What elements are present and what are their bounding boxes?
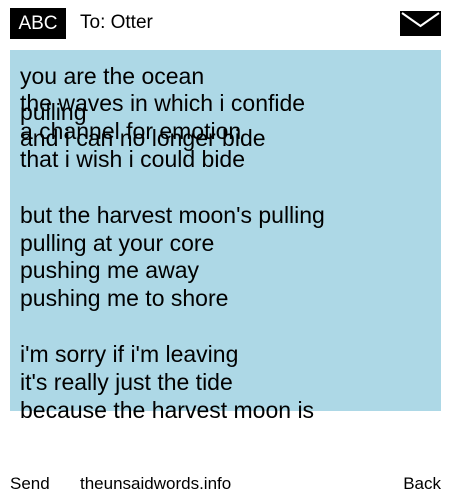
input-mode-badge[interactable]: ABC — [10, 8, 66, 39]
message-line: pushing me to shore — [20, 285, 229, 311]
site-link[interactable]: theunsaidwords.info — [80, 473, 231, 495]
recipient-label: To: Otter — [80, 12, 153, 33]
message-line: it's really just the tide — [20, 369, 233, 395]
send-button[interactable]: Send — [10, 473, 50, 495]
message-line: pulling at your core — [20, 230, 215, 256]
message-line: you are the ocean — [20, 63, 205, 89]
envelope-icon[interactable] — [400, 11, 441, 36]
message-line: i'm sorry if i'm leaving — [20, 341, 239, 367]
message-line: that i wish i could bide — [20, 146, 246, 172]
message-line: pushing me away — [20, 257, 199, 283]
message-line: but the harvest moon's pulling — [20, 202, 325, 228]
back-button[interactable]: Back — [403, 473, 441, 495]
message-line: because the harvest moon is — [20, 397, 315, 423]
